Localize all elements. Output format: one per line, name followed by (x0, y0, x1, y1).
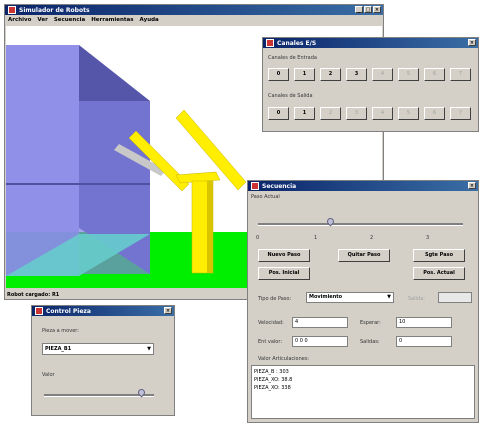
input-channel-button-5[interactable]: 5 (398, 68, 419, 81)
secuencia-title-bar[interactable]: Secuencia × (248, 181, 478, 191)
menu-ver[interactable]: Ver (37, 17, 47, 23)
control-window: Control Pieza × Pieza a mover: PIEZA_B1 … (31, 305, 175, 416)
type-label: Tipo de Paso: (258, 296, 292, 302)
output-channel-button-7[interactable]: 7 (450, 107, 471, 120)
current-pos-button[interactable]: Pos. Actual (413, 267, 465, 280)
entrada-label: Ent valor: (258, 339, 283, 345)
main-title-bar[interactable]: Simulador de Robots _ □ × (5, 5, 383, 15)
chevron-down-icon: ▼ (387, 294, 391, 300)
close-button[interactable]: × (164, 307, 172, 314)
salidas-label: Salidas: (360, 339, 380, 345)
status-bar: Robot cargado: R1 (7, 292, 60, 298)
list-item[interactable]: PIEZA_XO: 38.8 (254, 376, 474, 384)
menu-bar: Archivo Ver Secuencia Herramientas Ayuda (5, 15, 383, 25)
canales-title: Canales E/S (277, 39, 317, 47)
input-channel-button-3[interactable]: 3 (346, 68, 367, 81)
list-item[interactable]: PIEZA_B : 303 (254, 368, 474, 376)
new-step-button[interactable]: Nuevo Paso (258, 249, 310, 262)
output-channels-label: Canales de Salida (268, 93, 313, 99)
velocidad-field[interactable]: 4 (292, 317, 348, 328)
main-window-title: Simulador de Robots (19, 6, 90, 14)
menu-archivo[interactable]: Archivo (8, 17, 31, 23)
espera-label: Esperar: (360, 320, 381, 326)
input-channel-button-2[interactable]: 2 (320, 68, 341, 81)
close-button[interactable]: × (373, 6, 381, 13)
control-title: Control Pieza (46, 307, 91, 315)
input-channel-button-7[interactable]: 7 (450, 68, 471, 81)
list-item[interactable]: PIEZA_XO: 338 (254, 384, 474, 392)
app-icon (8, 6, 16, 14)
salida-field[interactable] (438, 292, 472, 303)
output-channel-button-4[interactable]: 4 (372, 107, 393, 120)
slider-tick-3: 3 (426, 235, 430, 241)
salidas-field[interactable]: 0 (396, 336, 452, 347)
slider-tick-1: 1 (314, 235, 318, 241)
pieza-label: Pieza a mover: (42, 328, 79, 334)
control-title-bar[interactable]: Control Pieza × (32, 306, 174, 316)
input-channel-button-6[interactable]: 6 (424, 68, 445, 81)
delete-step-button[interactable]: Quitar Paso (338, 249, 390, 262)
output-channel-button-1[interactable]: 1 (294, 107, 315, 120)
initial-pos-button[interactable]: Pos. Inicial (258, 267, 310, 280)
espera-field[interactable]: 10 (396, 317, 452, 328)
app-icon (251, 182, 259, 190)
output-channel-button-3[interactable]: 3 (346, 107, 367, 120)
menu-secuencia[interactable]: Secuencia (54, 17, 85, 23)
close-button[interactable]: × (468, 39, 476, 46)
chevron-down-icon: ▼ (147, 346, 151, 352)
salida-label: Salida: (408, 296, 425, 302)
list-label: Valor Articulaciones: (258, 356, 310, 362)
canales-window: Canales E/S × Canales de Entrada 0123456… (262, 37, 479, 132)
output-channel-button-5[interactable]: 5 (398, 107, 419, 120)
type-select-value: Movimiento (309, 294, 343, 300)
output-channel-button-0[interactable]: 0 (268, 107, 289, 120)
slider-tick-0: 0 (256, 235, 260, 241)
output-channel-button-6[interactable]: 6 (424, 107, 445, 120)
secuencia-title: Secuencia (262, 182, 297, 190)
menu-ayuda[interactable]: Ayuda (140, 17, 159, 23)
pieza-select[interactable]: PIEZA_B1 ▼ (42, 343, 154, 355)
input-channel-button-0[interactable]: 0 (268, 68, 289, 81)
entrada-field[interactable]: 0 0 0 (292, 336, 348, 347)
slider-tick-2: 2 (370, 235, 374, 241)
secuencia-window: Secuencia × Paso Actual 0 1 2 3 Nuevo Pa… (247, 180, 479, 423)
minimize-button[interactable]: _ (355, 6, 363, 13)
next-step-button[interactable]: Sgte Paso (413, 249, 465, 262)
output-channel-button-2[interactable]: 2 (320, 107, 341, 120)
maximize-button[interactable]: □ (364, 6, 372, 13)
type-select[interactable]: Movimiento ▼ (306, 292, 394, 303)
canales-title-bar[interactable]: Canales E/S × (263, 38, 478, 48)
step-slider-track[interactable] (258, 223, 463, 226)
input-channels-label: Canales de Entrada (268, 55, 317, 61)
close-button[interactable]: × (468, 182, 476, 189)
velocidad-label: Velocidad: (258, 320, 284, 326)
pieza-select-value: PIEZA_B1 (45, 346, 72, 352)
robot-column-shade (207, 181, 213, 273)
app-icon (35, 307, 43, 315)
input-channel-button-4[interactable]: 4 (372, 68, 393, 81)
app-icon (266, 39, 274, 47)
menu-herramientas[interactable]: Herramientas (91, 17, 133, 23)
valor-label: Valor (42, 372, 55, 378)
joint-values-list[interactable]: PIEZA_B : 303 PIEZA_XO: 38.8 PIEZA_XO: 3… (251, 365, 475, 419)
input-channel-button-1[interactable]: 1 (294, 68, 315, 81)
step-label: Paso Actual (251, 194, 280, 200)
